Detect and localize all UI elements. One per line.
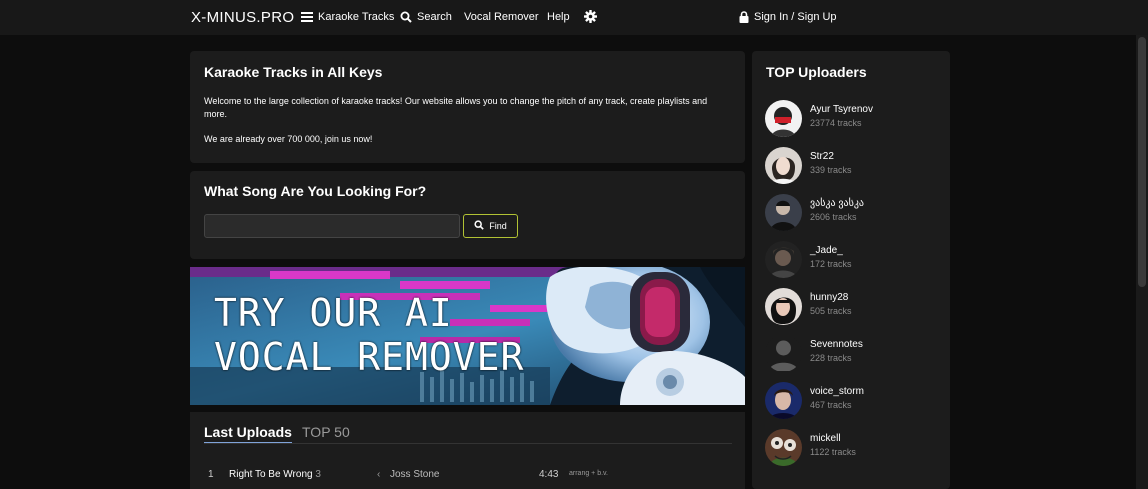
nav-help-label: Help [547,11,570,23]
search-icon [400,11,412,23]
avatar [765,100,802,137]
uploader-track-count: 505 tracks [810,306,852,316]
banner-headline: TRY OUR AI VOCAL REMOVER [214,291,524,379]
tab-last-uploads[interactable]: Last Uploads [204,424,292,444]
uploads-section: Last Uploads TOP 50 1 Right To Be Wrong … [190,412,745,489]
sign-in-link[interactable]: Sign In / Sign Up [739,11,837,23]
tab-top-50[interactable]: TOP 50 [302,424,350,440]
gear-icon [584,10,597,23]
upload-row-duration: 4:43 [539,469,559,480]
uploader-name: _Jade_ [810,245,843,256]
upload-row-title: Right To Be Wrong [229,469,313,480]
find-button[interactable]: Find [463,214,518,238]
uploader-item[interactable]: _Jade_ 172 tracks [765,241,945,279]
uploader-item[interactable]: mickell 1122 tracks [765,429,945,467]
site-logo[interactable]: X-MINUS.PRO [191,9,294,26]
uploader-name: Str22 [810,151,834,162]
avatar [765,335,802,372]
uploader-track-count: 339 tracks [810,165,852,175]
upload-row-version: 3 [315,469,321,480]
uploader-item[interactable]: Str22 339 tracks [765,147,945,185]
nav-karaoke-tracks[interactable]: Karaoke Tracks [301,11,394,23]
upload-row-title-link[interactable]: Right To Be Wrong 3 [229,469,321,483]
top-uploaders-sidebar: TOP Uploaders Ayur Tsyrenov 23774 tracks… [752,51,950,489]
song-search-input[interactable] [204,214,460,238]
avatar [765,147,802,184]
uploader-name: Sevennotes [810,339,863,350]
avatar [765,382,802,419]
uploader-item[interactable]: Sevennotes 228 tracks [765,335,945,373]
menu-icon [301,12,313,22]
top-navbar: X-MINUS.PRO Karaoke Tracks Search Vocal … [0,0,1148,35]
find-button-label: Find [489,221,507,231]
sidebar-title: TOP Uploaders [766,64,867,80]
uploader-track-count: 467 tracks [810,400,852,410]
uploader-name: ვასკა ვასკა [810,198,864,209]
intro-card: Karaoke Tracks in All Keys Welcome to th… [190,51,745,163]
sign-in-label: Sign In / Sign Up [754,11,837,23]
nav-vocal-remover[interactable]: Vocal Remover [464,11,539,23]
upload-row-number: 1 [208,469,214,480]
uploader-track-count: 228 tracks [810,353,852,363]
uploader-item[interactable]: voice_storm 467 tracks [765,382,945,420]
uploader-item[interactable]: hunny28 505 tracks [765,288,945,326]
upload-row-tags: arrang + b.v. [569,470,608,477]
banner-line-2: VOCAL REMOVER [214,335,525,379]
uploader-track-count: 172 tracks [810,259,852,269]
uploader-name: voice_storm [810,386,864,397]
intro-paragraph: Welcome to the large collection of karao… [204,96,708,119]
nav-karaoke-tracks-label: Karaoke Tracks [318,11,395,23]
search-card: What Song Are You Looking For? Find [190,171,745,259]
uploader-name: Ayur Tsyrenov [810,104,873,115]
avatar [765,288,802,325]
nav-search-label: Search [417,11,452,23]
search-title: What Song Are You Looking For? [204,183,427,199]
tabs-divider [204,443,732,444]
nav-search[interactable]: Search [400,11,452,23]
uploader-item[interactable]: ვასკა ვასკა 2606 tracks [765,194,945,232]
scrollbar-thumb[interactable] [1138,37,1146,287]
upload-row-artist[interactable]: Joss Stone [390,469,439,483]
uploader-name: hunny28 [810,292,849,303]
uploader-item[interactable]: Ayur Tsyrenov 23774 tracks [765,100,945,138]
search-icon [474,220,484,232]
uploader-track-count: 1122 tracks [810,447,856,457]
intro-title: Karaoke Tracks in All Keys [204,64,383,80]
chevron-left-icon: ‹ [377,469,381,480]
intro-join-text: We are already over 700 000, join us now… [204,134,373,144]
avatar [765,241,802,278]
ai-vocal-remover-banner[interactable]: TRY OUR AI VOCAL REMOVER [190,267,745,405]
banner-line-1: TRY OUR AI [214,291,453,335]
uploader-name: mickell [810,433,841,444]
lock-icon [739,11,749,23]
uploader-track-count: 23774 tracks [810,118,862,128]
avatar [765,429,802,466]
uploader-track-count: 2606 tracks [810,212,857,222]
nav-vocal-remover-label: Vocal Remover [464,11,539,23]
avatar [765,194,802,231]
settings-gear-button[interactable] [584,10,597,23]
nav-help[interactable]: Help [547,11,570,23]
